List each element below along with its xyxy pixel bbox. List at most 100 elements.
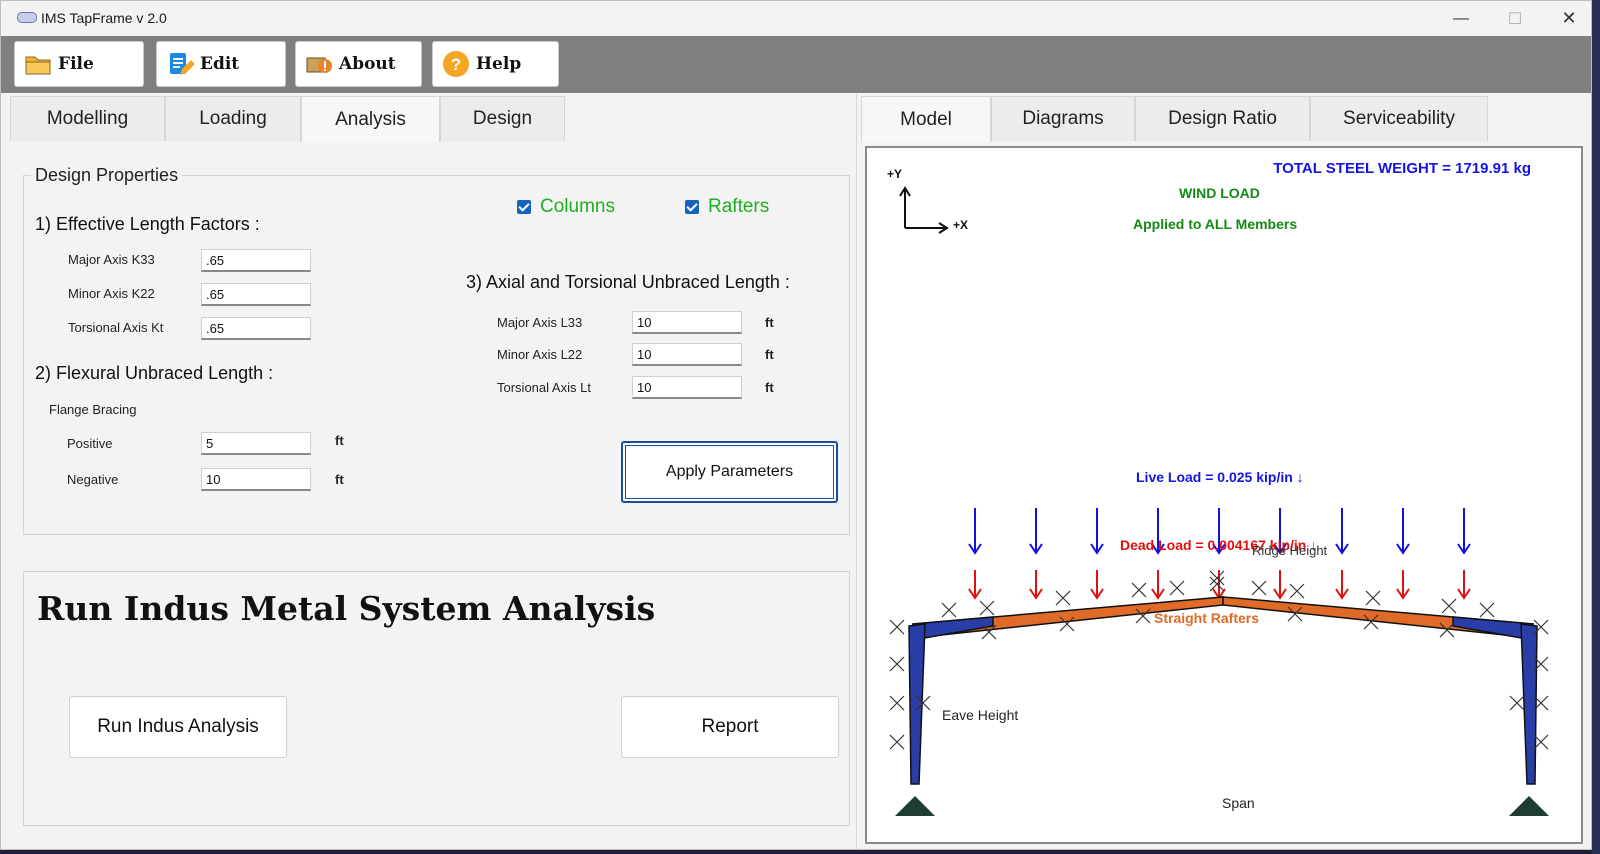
desktop-edge bbox=[1592, 0, 1600, 854]
live-load-arrow bbox=[1396, 508, 1410, 555]
eave-height-label: Eave Height bbox=[942, 707, 1019, 723]
flexural-unbraced-heading: 2) Flexural Unbraced Length : bbox=[35, 363, 274, 383]
edit-button[interactable]: Edit bbox=[156, 41, 286, 87]
brace-mark bbox=[1289, 583, 1305, 599]
minor-k22-label: Minor Axis K22 bbox=[68, 286, 155, 301]
run-analysis-title: Run Indus Metal System Analysis bbox=[37, 589, 656, 628]
brace-mark bbox=[1441, 598, 1457, 614]
tab-diagrams[interactable]: Diagrams bbox=[991, 96, 1135, 141]
brace-mark bbox=[979, 600, 995, 616]
tab-loading[interactable]: Loading bbox=[165, 96, 301, 141]
minor-l22-unit: ft bbox=[765, 347, 774, 362]
brace-mark bbox=[1169, 580, 1185, 596]
brace-mark bbox=[1209, 570, 1225, 586]
brace-mark bbox=[1365, 590, 1381, 606]
live-load-arrow bbox=[1335, 508, 1349, 555]
frame-drawing bbox=[889, 186, 1549, 816]
brace-mark bbox=[889, 695, 905, 711]
app-logo-icon bbox=[17, 12, 37, 23]
left-support bbox=[895, 796, 935, 816]
live-load-arrow bbox=[968, 508, 982, 555]
negative-label: Negative bbox=[67, 472, 119, 487]
apply-parameters-button[interactable]: Apply Parameters bbox=[621, 441, 838, 503]
checkbox-checked-icon bbox=[685, 200, 699, 214]
span-label: Span bbox=[1222, 795, 1255, 811]
tab-design[interactable]: Design bbox=[440, 96, 565, 141]
brace-mark bbox=[1055, 590, 1071, 606]
run-indus-analysis-button[interactable]: Run Indus Analysis bbox=[69, 696, 287, 758]
torsional-lt-input[interactable]: 10 bbox=[632, 376, 742, 399]
about-label: About bbox=[339, 54, 396, 74]
tab-modelling[interactable]: Modelling bbox=[10, 96, 165, 141]
dead-load-arrow bbox=[1335, 570, 1349, 600]
minor-k22-input[interactable]: .65 bbox=[201, 283, 311, 306]
axial-torsional-heading: 3) Axial and Torsional Unbraced Length : bbox=[466, 272, 790, 292]
app-window: IMS TapFrame v 2.0 — ☐ ✕ File Edit About bbox=[0, 0, 1592, 850]
design-properties-title: Design Properties bbox=[31, 165, 183, 186]
brace-mark bbox=[1509, 695, 1525, 711]
dead-load-arrow bbox=[1396, 570, 1410, 600]
columns-checkbox[interactable]: Columns bbox=[517, 196, 615, 218]
brace-mark bbox=[1479, 602, 1495, 618]
positive-label: Positive bbox=[67, 436, 113, 451]
brace-mark bbox=[1131, 582, 1147, 598]
toolbar: File Edit About ? Help bbox=[1, 36, 1591, 93]
help-question-icon: ? bbox=[442, 50, 470, 78]
file-button[interactable]: File bbox=[14, 41, 144, 87]
folder-icon bbox=[24, 50, 52, 78]
live-load-arrow bbox=[1029, 508, 1043, 555]
right-tab-bar: Model Diagrams Design Ratio Serviceabili… bbox=[861, 96, 1488, 142]
file-label: File bbox=[58, 54, 94, 74]
svg-text:?: ? bbox=[451, 55, 461, 74]
title-bar: IMS TapFrame v 2.0 — ☐ ✕ bbox=[1, 1, 1591, 36]
help-label: Help bbox=[476, 54, 522, 74]
tab-serviceability[interactable]: Serviceability bbox=[1310, 96, 1488, 141]
report-button[interactable]: Report bbox=[621, 696, 839, 758]
brace-mark bbox=[941, 602, 957, 618]
window-title: IMS TapFrame v 2.0 bbox=[41, 10, 167, 26]
checkbox-checked-icon bbox=[517, 200, 531, 214]
brace-mark bbox=[889, 619, 905, 635]
live-load-arrow bbox=[1090, 508, 1104, 555]
torsional-kt-input[interactable]: .65 bbox=[201, 317, 311, 340]
right-column bbox=[1520, 623, 1538, 785]
torsional-lt-label: Torsional Axis Lt bbox=[497, 380, 591, 395]
major-l33-input[interactable]: 10 bbox=[632, 311, 742, 334]
major-l33-label: Major Axis L33 bbox=[497, 315, 583, 330]
tab-design-ratio[interactable]: Design Ratio bbox=[1135, 96, 1310, 141]
left-tab-bar: Modelling Loading Analysis Design bbox=[10, 96, 565, 142]
help-button[interactable]: ? Help bbox=[432, 41, 559, 87]
negative-unit: ft bbox=[335, 472, 344, 487]
major-k33-input[interactable]: .65 bbox=[201, 249, 311, 272]
tab-model[interactable]: Model bbox=[861, 96, 991, 142]
straight-rafters-label: Straight Rafters bbox=[1154, 610, 1260, 626]
edit-label: Edit bbox=[200, 54, 240, 74]
torsional-lt-unit: ft bbox=[765, 380, 774, 395]
dead-load-arrow bbox=[1457, 570, 1471, 600]
close-button[interactable]: ✕ bbox=[1542, 1, 1591, 36]
live-load-label: Live Load = 0.025 kip/in ↓ bbox=[1136, 469, 1304, 485]
minor-l22-input[interactable]: 10 bbox=[632, 343, 742, 366]
axis-arrows bbox=[899, 186, 949, 234]
positive-unit: ft bbox=[335, 433, 344, 448]
major-l33-unit: ft bbox=[765, 315, 774, 330]
maximize-button[interactable]: ☐ bbox=[1488, 1, 1542, 36]
dead-load-arrow bbox=[1029, 570, 1043, 600]
brace-mark bbox=[1209, 576, 1225, 592]
dead-load-arrow bbox=[1273, 570, 1287, 600]
rafters-checkbox[interactable]: Rafters bbox=[685, 196, 769, 218]
major-k33-label: Major Axis K33 bbox=[68, 252, 155, 267]
about-button[interactable]: About bbox=[295, 41, 422, 87]
rafters-label: Rafters bbox=[708, 196, 770, 217]
effective-length-heading: 1) Effective Length Factors : bbox=[35, 214, 260, 234]
columns-label: Columns bbox=[540, 196, 615, 217]
dead-load-arrow bbox=[968, 570, 982, 600]
model-canvas[interactable]: TOTAL STEEL WEIGHT = 1719.91 kg WIND LOA… bbox=[865, 146, 1583, 844]
tab-analysis[interactable]: Analysis bbox=[301, 96, 440, 142]
brace-mark bbox=[889, 734, 905, 750]
negative-input[interactable]: 10 bbox=[201, 468, 311, 491]
load-arrows bbox=[968, 508, 1471, 600]
info-box-icon bbox=[305, 50, 333, 78]
minimize-button[interactable]: — bbox=[1434, 1, 1488, 36]
positive-input[interactable]: 5 bbox=[201, 432, 311, 455]
